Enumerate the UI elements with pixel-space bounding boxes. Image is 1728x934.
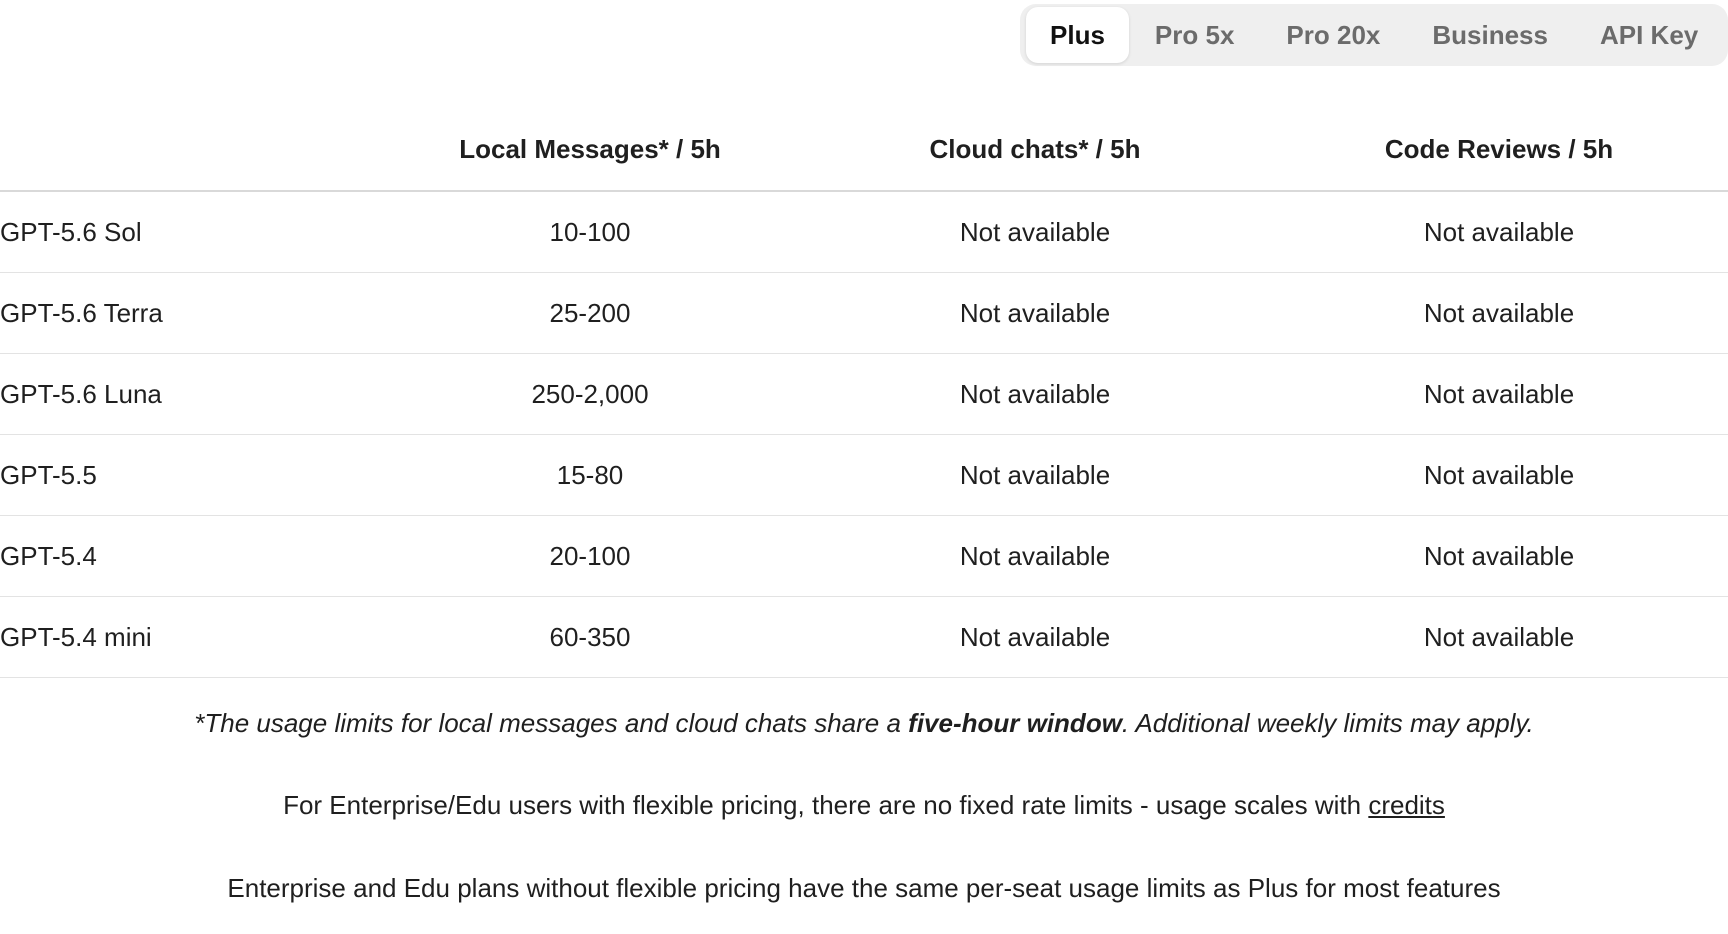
table-row: GPT-5.6 Sol 10-100 Not available Not ava…	[0, 191, 1728, 273]
header-code-reviews: Code Reviews / 5h	[1270, 108, 1728, 192]
cloud-chats-value: Not available	[800, 272, 1270, 354]
cloud-chats-value: Not available	[800, 434, 1270, 516]
header-cloud-chats: Cloud chats* / 5h	[800, 108, 1270, 192]
tab-plus[interactable]: Plus	[1026, 7, 1129, 63]
usage-window-note: *The usage limits for local messages and…	[0, 708, 1728, 739]
code-reviews-value: Not available	[1270, 515, 1728, 597]
header-model	[0, 108, 380, 192]
model-name: GPT-5.4 mini	[0, 596, 380, 678]
model-name: GPT-5.4	[0, 515, 380, 597]
code-reviews-value: Not available	[1270, 434, 1728, 516]
code-reviews-value: Not available	[1270, 191, 1728, 273]
model-name: GPT-5.5	[0, 434, 380, 516]
table-row: GPT-5.5 15-80 Not available Not availabl…	[0, 434, 1728, 516]
header-local-messages: Local Messages* / 5h	[380, 108, 800, 192]
enterprise-note: Enterprise and Edu plans without flexibl…	[227, 873, 1501, 903]
cloud-chats-value: Not available	[800, 353, 1270, 435]
credits-link[interactable]: credits	[1368, 790, 1445, 820]
model-name: GPT-5.6 Terra	[0, 272, 380, 354]
local-messages-value: 25-200	[380, 272, 800, 354]
local-messages-value: 20-100	[380, 515, 800, 597]
model-name: GPT-5.6 Luna	[0, 353, 380, 435]
table-header-row: Local Messages* / 5h Cloud chats* / 5h C…	[0, 108, 1728, 192]
flexible-pricing-text: For Enterprise/Edu users with flexible p…	[283, 790, 1369, 820]
usage-note-bold: five-hour window	[908, 708, 1122, 738]
local-messages-value: 15-80	[380, 434, 800, 516]
plan-tabs: Plus Pro 5x Pro 20x Business API Key	[1020, 4, 1728, 66]
code-reviews-value: Not available	[1270, 353, 1728, 435]
local-messages-value: 60-350	[380, 596, 800, 678]
tab-pro-5x[interactable]: Pro 5x	[1129, 7, 1261, 63]
usage-note-suffix: . Additional weekly limits may apply.	[1121, 708, 1534, 738]
table-row: GPT-5.4 20-100 Not available Not availab…	[0, 515, 1728, 597]
usage-limits-table: Local Messages* / 5h Cloud chats* / 5h C…	[0, 108, 1728, 678]
tab-business[interactable]: Business	[1406, 7, 1574, 63]
table-row: GPT-5.6 Terra 25-200 Not available Not a…	[0, 272, 1728, 354]
usage-note-prefix: *The usage limits for local messages and…	[194, 708, 909, 738]
code-reviews-value: Not available	[1270, 596, 1728, 678]
local-messages-value: 10-100	[380, 191, 800, 273]
flexible-pricing-note: For Enterprise/Edu users with flexible p…	[0, 790, 1728, 821]
table-row: GPT-5.6 Luna 250-2,000 Not available Not…	[0, 353, 1728, 435]
code-reviews-value: Not available	[1270, 272, 1728, 354]
model-name: GPT-5.6 Sol	[0, 191, 380, 273]
tab-api-key[interactable]: API Key	[1574, 7, 1724, 63]
cloud-chats-value: Not available	[800, 515, 1270, 597]
cloud-chats-value: Not available	[800, 191, 1270, 273]
cloud-chats-value: Not available	[800, 596, 1270, 678]
tab-pro-20x[interactable]: Pro 20x	[1260, 7, 1406, 63]
table-row: GPT-5.4 mini 60-350 Not available Not av…	[0, 596, 1728, 678]
local-messages-value: 250-2,000	[380, 353, 800, 435]
